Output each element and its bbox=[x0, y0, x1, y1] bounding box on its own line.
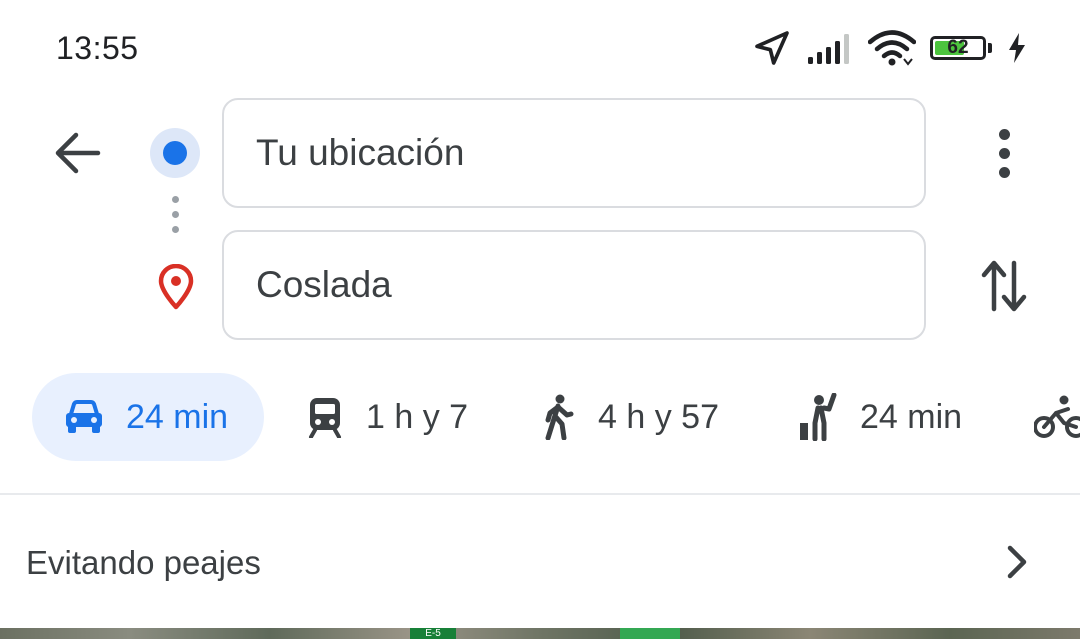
route-dots-icon bbox=[172, 196, 180, 242]
mode-transit-button[interactable]: 1 h y 7 bbox=[306, 373, 468, 461]
mode-ride-label: 24 min bbox=[860, 397, 963, 436]
travel-mode-bar: 24 min 1 h y 7 4 h y 57 24 min bbox=[0, 370, 1080, 464]
destination-text: Coslada bbox=[256, 264, 392, 305]
chevron-right-icon bbox=[1007, 545, 1027, 579]
mode-bike-button[interactable] bbox=[1034, 373, 1080, 461]
status-bar: 13:55 62 bbox=[0, 0, 1080, 96]
walking-icon bbox=[545, 394, 574, 440]
divider bbox=[0, 493, 1080, 495]
destination-field[interactable]: Coslada bbox=[222, 230, 926, 340]
route-options-label: Evitando peajes bbox=[26, 544, 261, 581]
map-route-line bbox=[620, 628, 680, 639]
signal-icon bbox=[808, 34, 849, 64]
map-view[interactable] bbox=[0, 628, 1080, 639]
route-options-row[interactable]: Evitando peajes bbox=[0, 498, 1080, 628]
mode-walk-label: 4 h y 57 bbox=[598, 397, 719, 436]
mode-drive-label: 24 min bbox=[126, 397, 229, 436]
swap-vert-icon bbox=[981, 260, 1027, 312]
wifi-icon bbox=[868, 30, 916, 66]
swap-locations-button[interactable] bbox=[972, 254, 1036, 318]
bicycle-icon bbox=[1034, 395, 1080, 438]
arrow-back-icon bbox=[55, 132, 101, 174]
origin-text: Tu ubicación bbox=[256, 132, 465, 173]
train-icon bbox=[309, 398, 341, 438]
hailing-icon bbox=[800, 393, 837, 441]
origin-field[interactable]: Tu ubicación bbox=[222, 98, 926, 208]
mode-transit-label: 1 h y 7 bbox=[366, 397, 469, 436]
location-arrow-icon bbox=[755, 31, 789, 65]
battery-icon: 62 bbox=[930, 34, 992, 62]
mode-ride-button[interactable]: 24 min bbox=[798, 373, 962, 461]
status-time: 13:55 bbox=[56, 30, 139, 66]
status-icons: 62 bbox=[752, 28, 1028, 68]
destination-pin-icon bbox=[158, 264, 194, 310]
mode-drive-button[interactable]: 24 min bbox=[32, 373, 264, 461]
more-options-button[interactable] bbox=[978, 124, 1030, 182]
origin-marker-icon bbox=[150, 128, 200, 178]
back-button[interactable] bbox=[48, 124, 106, 182]
battery-level: 62 bbox=[947, 37, 969, 58]
map-road-label: E-5 bbox=[410, 628, 456, 639]
mode-walk-button[interactable]: 4 h y 57 bbox=[540, 373, 719, 461]
charging-icon bbox=[1009, 33, 1025, 63]
car-icon bbox=[66, 400, 102, 433]
more-vert-icon bbox=[998, 128, 1010, 140]
